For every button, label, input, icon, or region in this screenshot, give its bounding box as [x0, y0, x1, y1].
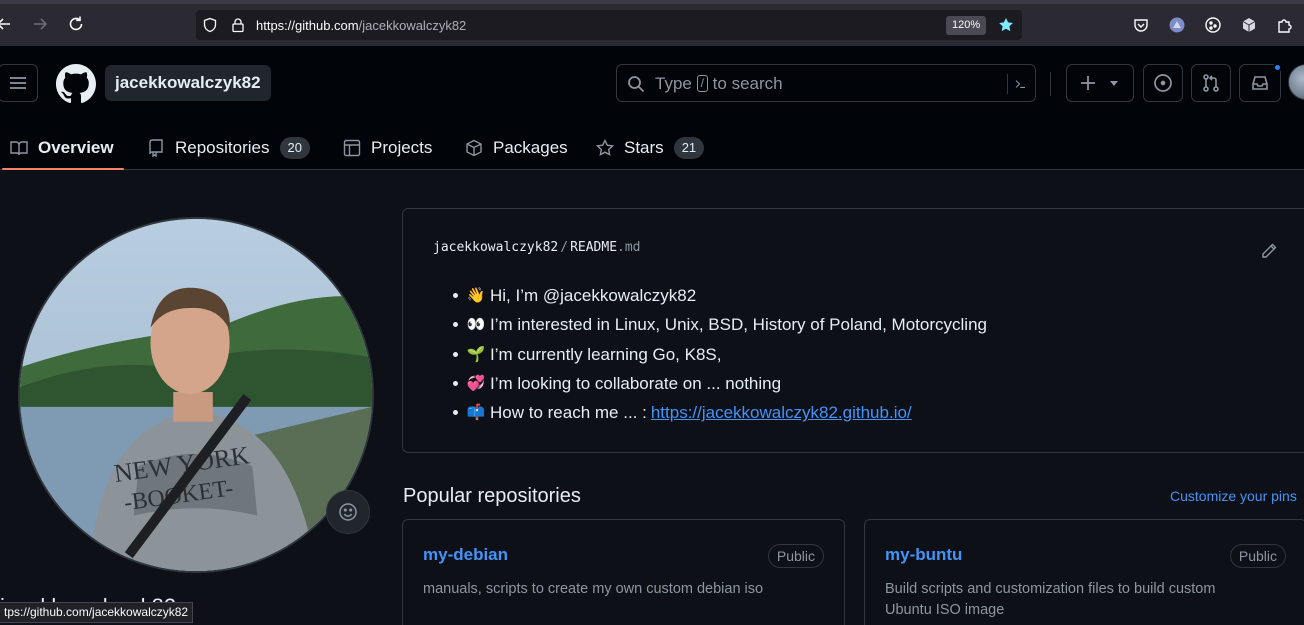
bookmark-star-icon[interactable] [998, 17, 1014, 33]
visibility-badge: Public [1229, 544, 1286, 568]
header-divider [1050, 72, 1051, 96]
issue-opened-icon [1154, 74, 1172, 92]
inbox-icon [1252, 76, 1268, 90]
repositories-count: 20 [279, 137, 310, 159]
list-item: 💞️ I’m looking to collaborate on ... noth… [453, 369, 987, 398]
profile-avatar[interactable]: NEW YORK -BOOKET- [18, 217, 374, 573]
reload-icon[interactable] [66, 14, 86, 34]
tab-stars[interactable]: Stars 21 [596, 126, 705, 170]
tab-repositories[interactable]: Repositories 20 [147, 126, 310, 170]
set-status-button[interactable] [326, 490, 370, 534]
extensions-puzzle-icon[interactable] [1276, 16, 1294, 34]
browser-toolbar: https://github.com/jacekkowalczyk82 120% [0, 0, 1304, 46]
search-input[interactable]: Type / to search [616, 64, 1036, 102]
readme-card: jacekkowalczyk82/README.md 👋 Hi, I’m @jac… [402, 208, 1304, 453]
package-icon [466, 139, 482, 157]
pencil-icon[interactable] [1260, 242, 1278, 260]
pull-requests-button[interactable] [1191, 64, 1231, 102]
repo-name-link[interactable]: my-buntu [885, 545, 962, 565]
url-text: https://github.com/jacekkowalczyk82 [256, 18, 467, 33]
visibility-badge: Public [767, 544, 824, 568]
user-avatar-menu[interactable] [1288, 64, 1304, 100]
zoom-level-badge[interactable]: 120% [946, 16, 987, 35]
back-arrow-icon[interactable] [0, 14, 14, 34]
smiley-icon [339, 503, 357, 521]
readme-list: 👋 Hi, I’m @jacekkowalczyk82 👀 I’m interest… [453, 281, 987, 427]
list-item: 👋 Hi, I’m @jacekkowalczyk82 [453, 281, 987, 310]
create-new-button[interactable] [1066, 64, 1134, 102]
profile-photo: NEW YORK -BOOKET- [20, 219, 372, 571]
forward-arrow-icon[interactable] [30, 14, 50, 34]
link-hover-status: tps://github.com/jacekkowalczyk82 [0, 602, 194, 623]
menu-hamburger-button[interactable] [0, 64, 38, 102]
git-pull-request-icon [1203, 74, 1219, 92]
list-item: 👀 I’m interested in Linux, Unix, BSD, His… [453, 310, 987, 339]
popular-repositories-heading: Popular repositories [403, 485, 581, 507]
star-icon [596, 139, 614, 156]
hamburger-icon [10, 77, 26, 89]
website-link[interactable]: https://jacekkowalczyk82.github.io/ [651, 398, 912, 427]
plus-icon [1081, 76, 1095, 90]
readme-owner-link[interactable]: jacekkowalczyk82 [433, 240, 558, 255]
repo-description: Build scripts and customization files to… [885, 581, 1216, 618]
eyes-emoji: 👀 [466, 316, 486, 334]
triangle-down-icon [1110, 81, 1118, 86]
issues-button[interactable] [1143, 64, 1183, 102]
tab-overview[interactable]: Overview [2, 126, 124, 170]
profile-extension-icon[interactable] [1168, 16, 1186, 34]
readme-file-link[interactable]: README [570, 240, 617, 255]
tab-projects[interactable]: Projects [343, 126, 432, 170]
search-placeholder: Type / to search [655, 74, 783, 93]
list-item: 🌱 I’m currently learning Go, K8S, [453, 340, 987, 369]
github-header: jacekkowalczyk82 Type / to search Overvi… [0, 46, 1304, 170]
address-bar[interactable]: https://github.com/jacekkowalczyk82 120% [196, 10, 1022, 40]
tab-packages[interactable]: Packages [465, 126, 568, 170]
repo-card: my-buntu Public Build scripts and custom… [864, 519, 1304, 625]
waving-hand-emoji: 👋 [466, 287, 486, 304]
shield-icon[interactable] [202, 17, 218, 33]
repo-card: my-debian Public manuals, scripts to cre… [402, 519, 845, 625]
lock-icon[interactable] [230, 17, 246, 33]
table-icon [343, 139, 361, 157]
revolving-hearts-emoji: 💞️ [466, 374, 486, 392]
cube-extension-icon[interactable] [1240, 16, 1258, 34]
customize-pins-link[interactable]: Customize your pins [1170, 488, 1297, 504]
github-logo-icon[interactable] [56, 64, 96, 104]
mailbox-emoji: 📫 [466, 404, 486, 422]
seedling-emoji: 🌱 [466, 345, 486, 363]
slash-key-hint: / [696, 75, 708, 92]
repo-description: manuals, scripts to create my own custom… [423, 581, 764, 597]
list-item: 📫 How to reach me ... : https://jacekkowal… [453, 398, 987, 427]
notification-dot [1273, 63, 1282, 72]
stars-count: 21 [673, 137, 705, 159]
book-icon [10, 141, 28, 156]
repo-name-link[interactable]: my-debian [423, 545, 508, 565]
inbox-button[interactable] [1239, 63, 1282, 102]
search-icon [628, 76, 645, 93]
profile-tabs: Overview Repositories 20 Projects Packag… [0, 126, 800, 170]
user-context-link[interactable]: jacekkowalczyk82 [105, 65, 271, 101]
pocket-icon[interactable] [1132, 16, 1150, 34]
repo-icon [149, 139, 163, 157]
cookie-icon[interactable] [1204, 16, 1222, 34]
readme-path: jacekkowalczyk82/README.md [433, 240, 641, 255]
command-palette-icon[interactable] [1007, 74, 1027, 94]
